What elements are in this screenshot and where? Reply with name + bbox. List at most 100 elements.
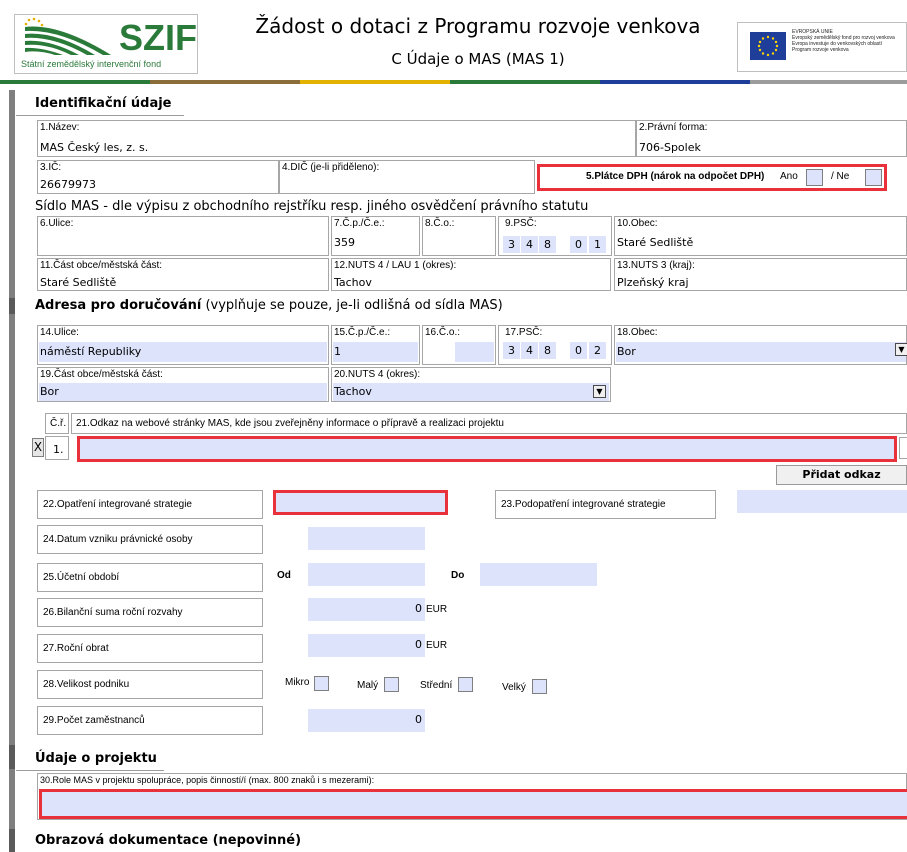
field-label: 4.DIČ (je-li přiděleno):	[282, 162, 380, 173]
psc-digit[interactable]: 2	[589, 342, 606, 359]
name-value[interactable]: MAS Český les, z. s.	[40, 141, 148, 154]
period-to-input[interactable]	[480, 563, 597, 586]
section-title-project: Údaje o projektu	[35, 751, 157, 766]
divider	[16, 770, 164, 771]
field-seat-street: 6.Ulice:	[37, 216, 329, 256]
field-seat-cp: 7.Č.p./Č.e.: 359	[331, 216, 420, 256]
field-label: 6.Ulice:	[40, 218, 74, 229]
field-label: 7.Č.p./Č.e.:	[334, 218, 385, 229]
seat-nuts3-value[interactable]: Plzeňský kraj	[617, 276, 689, 289]
currency-label: EUR	[426, 640, 448, 651]
seat-city-value[interactable]: Staré Sedliště	[617, 236, 693, 249]
founding-date-input[interactable]	[308, 527, 425, 550]
field-legal-form: 2.Právní forma: 706-Spolek	[636, 120, 907, 157]
vat-no-checkbox[interactable]	[865, 169, 882, 186]
seat-part-value[interactable]: Staré Sedliště	[40, 276, 116, 289]
legal-form-value[interactable]: 706-Spolek	[639, 141, 701, 154]
szif-field-icon	[24, 17, 111, 55]
color-stripe	[300, 80, 450, 84]
submeasure-input[interactable]	[737, 490, 907, 513]
to-label: Do	[451, 570, 465, 581]
vat-label: 5.Plátce DPH (nárok na odpočet DPH)	[586, 171, 765, 182]
field-seat-part: 11.Část obce/městská část: Staré Sedlišt…	[37, 258, 329, 291]
psc-digit[interactable]: 4	[521, 236, 538, 253]
turnover-value: 0	[415, 638, 422, 651]
field-delivery-part: 19.Část obce/městská část: Bor	[37, 367, 329, 402]
size-small-checkbox[interactable]	[384, 677, 399, 692]
psc-digit[interactable]: 8	[539, 236, 556, 253]
delivery-nuts4-value[interactable]: Tachov	[334, 385, 372, 398]
vat-yes-label: Ano	[780, 171, 798, 182]
psc-digit[interactable]: 3	[503, 342, 520, 359]
size-micro-checkbox[interactable]	[314, 676, 329, 691]
field-ic: 3.IČ: 26679973	[37, 160, 279, 194]
szif-logo: SZIF Státní zemědělský intervenční fond	[14, 14, 198, 74]
section-marker	[9, 745, 15, 769]
field-seat-nuts4: 12.NUTS 4 / LAU 1 (okres): Tachov	[331, 258, 611, 291]
from-label: Od	[277, 570, 291, 581]
color-stripe	[750, 80, 907, 84]
col-header-link: 21.Odkaz na webové stránky MAS, kde jsou…	[71, 413, 907, 434]
add-link-button[interactable]: Přidat odkaz	[776, 465, 907, 485]
currency-label: EUR	[426, 604, 448, 615]
eu-logo: EVROPSKÁ UNIE Evropský zemědělský fond p…	[737, 22, 907, 72]
row-side-button[interactable]	[899, 437, 907, 459]
psc-digit[interactable]: 1	[589, 236, 606, 253]
field-seat-co: 8.Č.o.:	[422, 216, 496, 256]
label-measure: 22.Opatření integrované strategie	[37, 490, 263, 519]
vat-yes-checkbox[interactable]	[806, 169, 823, 186]
label-balance-sum: 26.Bilanční suma roční rozvahy	[37, 598, 263, 627]
field-seat-nuts3: 13.NUTS 3 (kraj): Plzeňský kraj	[614, 258, 907, 291]
left-margin-bar	[9, 90, 15, 852]
employees-value: 0	[415, 713, 422, 726]
seat-nuts4-value[interactable]: Tachov	[334, 276, 372, 289]
balance-sum-value: 0	[415, 602, 422, 615]
field-seat-city: 10.Obec: Staré Sedliště	[614, 216, 907, 256]
size-medium-checkbox[interactable]	[458, 677, 473, 692]
mas-role-highlight	[39, 789, 907, 819]
field-label: 3.IČ:	[40, 162, 62, 173]
field-label: 9.PSČ:	[505, 218, 537, 229]
field-delivery-street: 14.Ulice: náměstí Republiky	[37, 325, 329, 365]
psc-digit[interactable]: 8	[539, 342, 556, 359]
section-marker	[9, 298, 15, 314]
measure-highlight	[273, 490, 448, 515]
section-title-identification: Identifikační údaje	[35, 96, 172, 111]
psc-digit[interactable]: 4	[521, 342, 538, 359]
section-title-images: Obrazová dokumentace (nepovinné)	[35, 833, 302, 848]
delivery-part-value[interactable]: Bor	[40, 385, 59, 398]
section-title-delivery: Adresa pro doručování (vyplňuje se pouze…	[35, 298, 503, 313]
size-large-checkbox[interactable]	[532, 679, 547, 694]
delivery-cp-value[interactable]: 1	[334, 345, 341, 358]
delivery-co-input[interactable]	[455, 342, 494, 362]
seat-cp-value[interactable]: 359	[334, 236, 355, 249]
field-name: 1.Název: MAS Český les, z. s.	[37, 120, 636, 157]
section-title-seat: Sídlo MAS - dle výpisu z obchodního rejs…	[35, 199, 589, 214]
divider	[16, 115, 184, 116]
label-company-size: 28.Velikost podniku	[37, 670, 263, 699]
size-label-medium: Střední	[420, 680, 453, 691]
form-header: SZIF Státní zemědělský intervenční fond …	[0, 0, 907, 84]
delivery-city-value[interactable]: Bor	[617, 345, 636, 358]
field-label: 20.NUTS 4 (okres):	[334, 369, 421, 380]
ic-value[interactable]: 26679973	[40, 178, 96, 191]
psc-digit[interactable]: 3	[503, 236, 520, 253]
delivery-street-value[interactable]: náměstí Republiky	[40, 345, 141, 358]
size-label-micro: Mikro	[285, 677, 310, 688]
label-accounting-period: 25.Účetní období	[37, 563, 263, 592]
field-label: 18.Obec:	[617, 327, 658, 338]
psc-digit[interactable]: 0	[570, 236, 587, 253]
period-from-input[interactable]	[308, 563, 425, 586]
chevron-down-icon[interactable]: ▼	[895, 343, 907, 356]
field-label: 13.NUTS 3 (kraj):	[617, 260, 695, 271]
chevron-down-icon[interactable]: ▼	[593, 385, 606, 398]
label-employees: 29.Počet zaměstnanců	[37, 706, 263, 735]
delete-row-button[interactable]: X	[32, 438, 44, 457]
field-label: 30.Role MAS v projektu spolupráce, popis…	[40, 775, 375, 785]
col-header-number: Č.ř.	[45, 413, 69, 434]
color-stripe	[600, 80, 750, 84]
field-delivery-nuts4: 20.NUTS 4 (okres): Tachov	[331, 367, 611, 402]
logo-subtitle: Státní zemědělský intervenční fond	[21, 59, 162, 69]
logo-text: SZIF	[119, 17, 197, 58]
psc-digit[interactable]: 0	[570, 342, 587, 359]
